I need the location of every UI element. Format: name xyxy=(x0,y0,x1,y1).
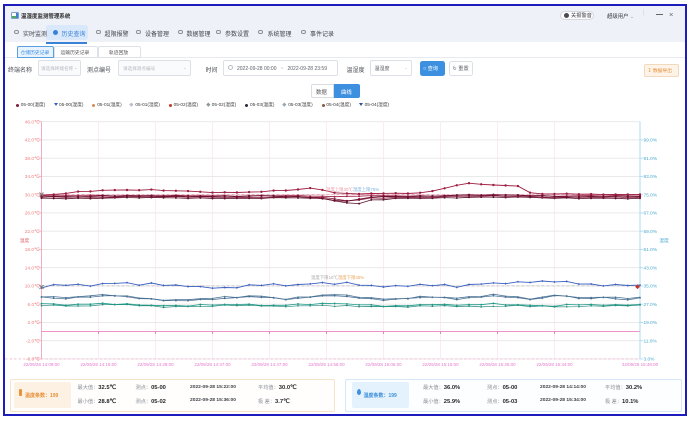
svg-text:22/09/28 14:28:00: 22/09/28 14:28:00 xyxy=(137,362,174,367)
svg-text:19.0%: 19.0% xyxy=(644,320,658,326)
svg-text:99.0%: 99.0% xyxy=(644,138,658,144)
svg-text:26.0℃: 26.0℃ xyxy=(25,211,40,217)
svg-text:14.0℃: 14.0℃ xyxy=(25,265,40,271)
svg-text:22/09/28 14:37:00: 22/09/28 14:37:00 xyxy=(194,362,231,367)
svg-text:38.0℃: 38.0℃ xyxy=(25,156,40,162)
svg-text:10.0℃: 10.0℃ xyxy=(25,284,40,290)
svg-text:91.0%: 91.0% xyxy=(644,156,658,162)
svg-text:22/09/28 14:47:00: 22/09/28 14:47:00 xyxy=(251,362,288,367)
svg-text:35.0%: 35.0% xyxy=(644,284,658,290)
svg-text:22/09/28 15:34:00: 22/09/28 15:34:00 xyxy=(536,362,573,367)
svg-text:11.0%: 11.0% xyxy=(644,338,658,344)
svg-text:温度下限10℃湿度下限35%: 温度下限10℃湿度下限35% xyxy=(311,274,364,281)
svg-text:18.0℃: 18.0℃ xyxy=(25,247,40,253)
svg-text:83.0%: 83.0% xyxy=(644,174,658,180)
svg-text:27.0%: 27.0% xyxy=(644,302,658,308)
svg-text:51.0%: 51.0% xyxy=(644,247,658,253)
svg-text:59.0%: 59.0% xyxy=(644,229,658,235)
svg-text:43.0%: 43.0% xyxy=(644,265,658,271)
svg-text:22/09/28 15:06:00: 22/09/28 15:06:00 xyxy=(365,362,402,367)
svg-text:温度上限30℃湿度上限75%: 温度上限30℃湿度上限75% xyxy=(326,186,379,193)
svg-text:湿度: 湿度 xyxy=(659,237,669,244)
svg-text:42.0℃: 42.0℃ xyxy=(25,138,40,144)
svg-text:22/09/28 15:15:00: 22/09/28 15:15:00 xyxy=(422,362,459,367)
svg-text:22.0℃: 22.0℃ xyxy=(25,229,40,235)
svg-text:30.0℃: 30.0℃ xyxy=(25,192,40,198)
svg-text:34.0℃: 34.0℃ xyxy=(25,174,40,180)
svg-text:22/09/28 15:25:00: 22/09/28 15:25:00 xyxy=(479,362,516,367)
svg-text:22/09/28 15:48:00: 22/09/28 15:48:00 xyxy=(622,362,659,367)
svg-text:22/09/28 14:56:00: 22/09/28 14:56:00 xyxy=(308,362,345,367)
svg-text:-2.0℃: -2.0℃ xyxy=(26,338,40,344)
svg-text:22/09/28 14:09:00: 22/09/28 14:09:00 xyxy=(23,362,60,367)
svg-text:温度: 温度 xyxy=(20,237,30,244)
svg-text:2.0℃: 2.0℃ xyxy=(27,320,40,326)
svg-text:67.0%: 67.0% xyxy=(644,211,658,217)
svg-text:46.0℃: 46.0℃ xyxy=(25,119,40,125)
svg-text:6.0℃: 6.0℃ xyxy=(27,302,40,308)
svg-text:75.0%: 75.0% xyxy=(644,192,658,198)
svg-text:22/09/28 14:18:00: 22/09/28 14:18:00 xyxy=(80,362,117,367)
